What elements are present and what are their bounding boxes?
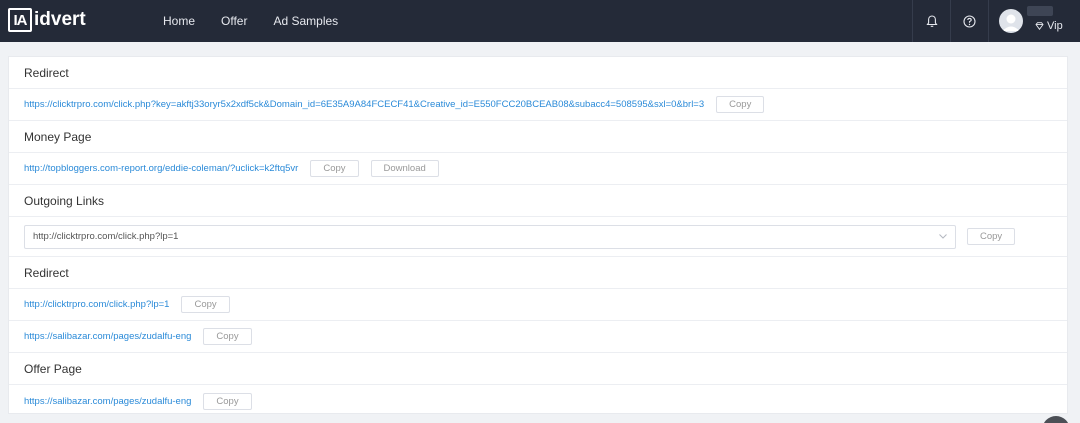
copy-button[interactable]: Copy [203,328,252,345]
user-menu[interactable]: Vip [988,0,1080,42]
money-page-url[interactable]: http://topbloggers.com-report.org/eddie-… [24,163,298,174]
redirect-url[interactable]: https://clicktrpro.com/click.php?key=akf… [24,99,704,110]
redirect-url[interactable]: http://clicktrpro.com/click.php?lp=1 [24,299,169,310]
money-page-row: http://topbloggers.com-report.org/eddie-… [9,153,1067,185]
notifications-button[interactable] [912,0,950,42]
links-card: Redirect https://clicktrpro.com/click.ph… [8,56,1068,414]
redirect-row: https://salibazar.com/pages/zudalfu-eng … [9,321,1067,353]
help-icon [963,14,976,28]
nav-right: Vip [912,0,1080,42]
section-title-redirect: Redirect [9,257,1067,289]
help-button[interactable] [950,0,988,42]
redirect-url[interactable]: https://salibazar.com/pages/zudalfu-eng [24,331,191,342]
outgoing-links-row: http://clicktrpro.com/click.php?lp=1 Cop… [9,217,1067,257]
nav-home[interactable]: Home [163,14,195,28]
section-title-money-page: Money Page [9,121,1067,153]
copy-button[interactable]: Copy [716,96,765,113]
logo[interactable]: IA idvert [8,7,86,33]
diamond-icon [1035,22,1044,30]
vip-label: Vip [1047,20,1063,32]
copy-button[interactable]: Copy [967,228,1016,245]
vip-badge: Vip [1035,20,1063,32]
logo-mark: IA [8,8,32,32]
section-title-redirect: Redirect [9,57,1067,89]
top-navbar: IA idvert Home Offer Ad Samples Vip [0,0,1080,42]
redirect-row: http://clicktrpro.com/click.php?lp=1 Cop… [9,289,1067,321]
section-title-offer-page: Offer Page [9,353,1067,385]
copy-button[interactable]: Copy [181,296,230,313]
nav-ad-samples[interactable]: Ad Samples [273,14,338,28]
avatar [999,9,1023,33]
redirect-row: https://clicktrpro.com/click.php?key=akf… [9,89,1067,121]
section-title-outgoing-links: Outgoing Links [9,185,1067,217]
bell-icon [925,14,938,27]
offer-page-row: https://salibazar.com/pages/zudalfu-eng … [9,385,1067,417]
chevron-down-icon [939,234,947,239]
user-icon [1002,14,1020,31]
copy-button[interactable]: Copy [310,160,359,177]
floating-action-button[interactable] [1042,416,1070,423]
logo-text: idvert [34,9,86,30]
user-name-blurred [1027,6,1053,16]
outgoing-links-select[interactable]: http://clicktrpro.com/click.php?lp=1 [24,224,956,249]
outgoing-links-selected: http://clicktrpro.com/click.php?lp=1 [33,231,179,242]
nav-offer[interactable]: Offer [221,14,247,28]
main-nav: Home Offer Ad Samples [150,0,351,42]
copy-button[interactable]: Copy [203,392,252,410]
download-button[interactable]: Download [370,160,439,177]
offer-page-url[interactable]: https://salibazar.com/pages/zudalfu-eng [24,396,191,407]
